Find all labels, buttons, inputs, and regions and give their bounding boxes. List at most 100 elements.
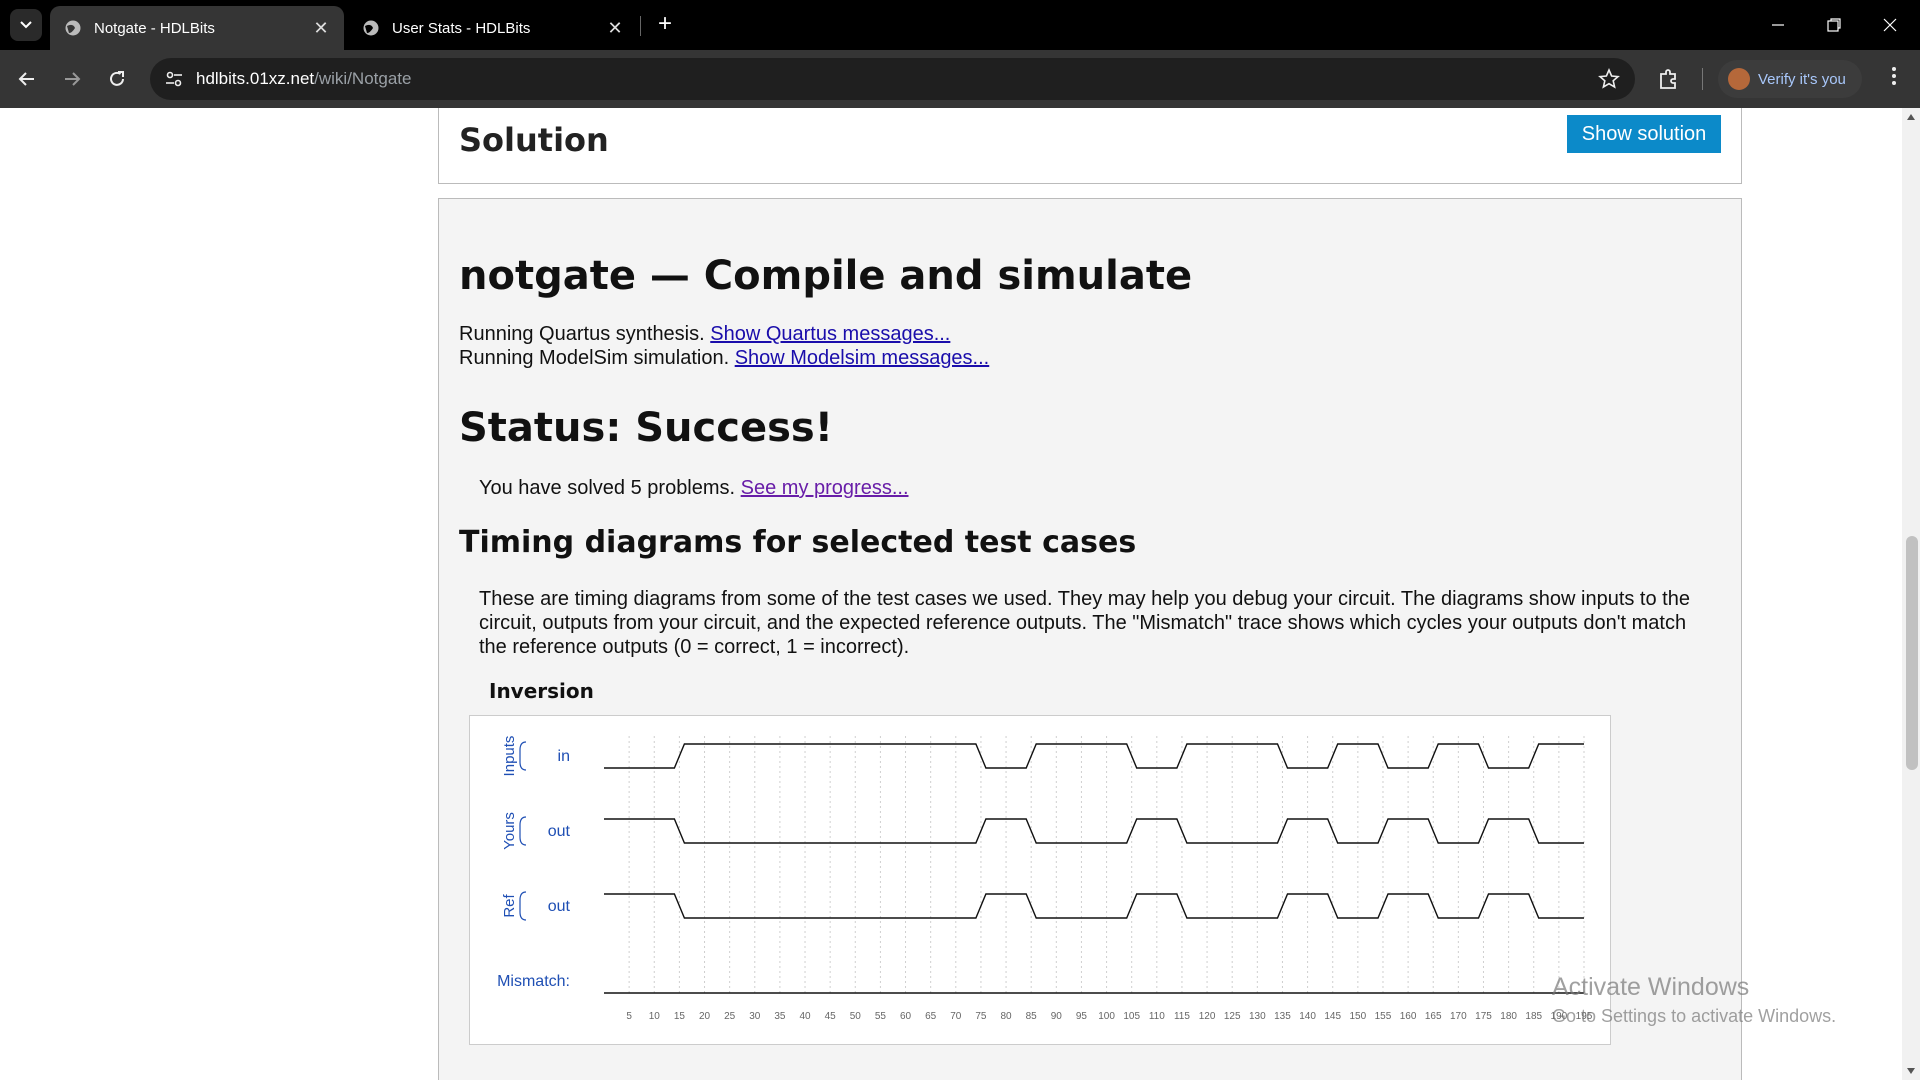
reload-button[interactable] xyxy=(101,63,133,95)
show-quartus-messages-link[interactable]: Show Quartus messages... xyxy=(710,323,950,345)
group-bracket xyxy=(519,816,527,846)
close-window-button[interactable] xyxy=(1862,0,1918,50)
tick-label: 40 xyxy=(799,1011,811,1022)
restore-button[interactable] xyxy=(1806,0,1862,50)
timing-chart: 5 10 15 20 25 30 35 40 45 50 55 60 65 70 75 80 85 90 95 100… xyxy=(497,736,1593,1022)
modelsim-text: Running ModelSim simulation. xyxy=(459,347,735,369)
group-bracket xyxy=(519,891,527,921)
tick-label: 60 xyxy=(900,1011,912,1022)
tick-label: 20 xyxy=(699,1011,711,1022)
status-heading: Status: Success! xyxy=(459,405,833,451)
back-button[interactable] xyxy=(11,63,43,95)
signal-label: out xyxy=(548,898,571,915)
back-arrow-icon xyxy=(18,72,34,86)
tick-label: 70 xyxy=(950,1011,962,1022)
tick-label: 165 xyxy=(1425,1011,1442,1022)
close-tab-icon[interactable]: ✕ xyxy=(310,18,332,39)
browser-menu-button[interactable] xyxy=(1880,65,1908,93)
tab-notgate[interactable]: Notgate - HDLBits ✕ xyxy=(50,6,344,50)
tick-label: 100 xyxy=(1098,1011,1115,1022)
tick-label: 120 xyxy=(1199,1011,1216,1022)
timing-diagram: 5 10 15 20 25 30 35 40 45 50 55 60 65 70 75 80 85 90 95 100… xyxy=(469,715,1611,1045)
results-heading: notgate — Compile and simulate xyxy=(459,253,1193,299)
tick-label: 95 xyxy=(1076,1011,1088,1022)
url-text[interactable]: hdlbits.01xz.net/wiki/Notgate xyxy=(196,69,411,89)
activate-windows-subtitle: Go to Settings to activate Windows. xyxy=(1552,1006,1837,1026)
tick-label: 180 xyxy=(1500,1011,1517,1022)
page-scrollbar[interactable] xyxy=(1902,108,1920,1080)
page-content: Solution Show solution notgate — Compile… xyxy=(0,108,1902,1080)
scroll-up-arrow[interactable] xyxy=(1907,114,1915,120)
mismatch-label: Mismatch: xyxy=(497,973,570,990)
show-solution-button[interactable]: Show solution xyxy=(1567,115,1721,153)
forward-arrow-icon xyxy=(65,72,81,86)
tick-label: 35 xyxy=(774,1011,786,1022)
tick-label: 55 xyxy=(875,1011,887,1022)
quartus-line: Running Quartus synthesis. Show Quartus … xyxy=(459,323,950,346)
show-modelsim-messages-link[interactable]: Show Modelsim messages... xyxy=(735,347,990,369)
new-tab-button[interactable]: + xyxy=(650,10,680,40)
solved-text: You have solved 5 problems. xyxy=(479,477,741,499)
tick-label: 135 xyxy=(1274,1011,1291,1022)
group-label: Inputs xyxy=(501,736,518,777)
more-vert-icon xyxy=(1892,67,1896,85)
activate-windows-title: Activate Windows xyxy=(1552,973,1750,1001)
verify-profile-button[interactable]: Verify it's you xyxy=(1718,60,1862,98)
group-label: Yours xyxy=(501,812,518,850)
tick-label: 175 xyxy=(1475,1011,1492,1022)
address-bar[interactable]: hdlbits.01xz.net/wiki/Notgate xyxy=(150,58,1635,100)
site-info-icon[interactable] xyxy=(164,69,184,89)
tick-label: 50 xyxy=(850,1011,862,1022)
tab-user-stats[interactable]: User Stats - HDLBits ✕ xyxy=(348,6,638,50)
waveform-yours-out xyxy=(604,818,1584,844)
tab-separator xyxy=(640,16,641,36)
tick-label: 75 xyxy=(975,1011,987,1022)
tick-label: 10 xyxy=(649,1011,661,1022)
quartus-text: Running Quartus synthesis. xyxy=(459,323,711,345)
tick-label: 90 xyxy=(1051,1011,1063,1022)
see-my-progress-link[interactable]: See my progress... xyxy=(741,477,909,499)
tick-label: 80 xyxy=(1000,1011,1012,1022)
waveform-ref-out xyxy=(604,893,1584,919)
tick-label: 140 xyxy=(1299,1011,1316,1022)
tick-label: 115 xyxy=(1174,1011,1190,1022)
url-host: hdlbits.01xz.net xyxy=(196,69,315,88)
results-box: notgate — Compile and simulate Running Q… xyxy=(438,198,1742,1080)
tick-label: 25 xyxy=(724,1011,736,1022)
close-tab-icon[interactable]: ✕ xyxy=(604,18,626,39)
tick-label: 45 xyxy=(825,1011,837,1022)
tick-label: 85 xyxy=(1026,1011,1038,1022)
avatar xyxy=(1728,68,1750,90)
url-path: /wiki/Notgate xyxy=(314,69,412,88)
group-bracket xyxy=(519,741,527,771)
tick-label: 65 xyxy=(925,1011,937,1022)
waveform-in xyxy=(604,743,1584,769)
extensions-puzzle-icon[interactable] xyxy=(1655,65,1683,93)
tab-search-button[interactable] xyxy=(10,9,42,41)
globe-icon xyxy=(363,20,379,36)
timing-description: These are timing diagrams from some of t… xyxy=(479,588,1690,658)
tick-label: 170 xyxy=(1450,1011,1467,1022)
bookmark-star-icon[interactable] xyxy=(1597,67,1621,91)
minimize-button[interactable] xyxy=(1750,0,1806,50)
tick-label: 125 xyxy=(1224,1011,1241,1022)
timing-heading: Timing diagrams for selected test cases xyxy=(459,525,1137,560)
group-label: Ref xyxy=(501,893,518,917)
testcase-title: Inversion xyxy=(489,679,594,703)
tick-label: 160 xyxy=(1400,1011,1417,1022)
scroll-down-arrow[interactable] xyxy=(1907,1068,1915,1074)
tick-label: 30 xyxy=(749,1011,761,1022)
solution-box: Solution Show solution xyxy=(438,108,1742,184)
signal-label: in xyxy=(558,748,570,765)
forward-button[interactable] xyxy=(56,63,88,95)
reload-icon xyxy=(110,71,124,86)
signal-label: out xyxy=(548,823,571,840)
toolbar-separator xyxy=(1702,68,1703,90)
browser-toolbar: hdlbits.01xz.net/wiki/Notgate Verify it'… xyxy=(0,50,1920,108)
tick-label: 15 xyxy=(674,1011,686,1022)
tab-title: Notgate - HDLBits xyxy=(94,19,215,37)
tick-label: 145 xyxy=(1324,1011,1341,1022)
scrollbar-thumb[interactable] xyxy=(1906,536,1918,770)
verify-label: Verify it's you xyxy=(1758,70,1846,88)
tick-label: 5 xyxy=(626,1011,632,1022)
